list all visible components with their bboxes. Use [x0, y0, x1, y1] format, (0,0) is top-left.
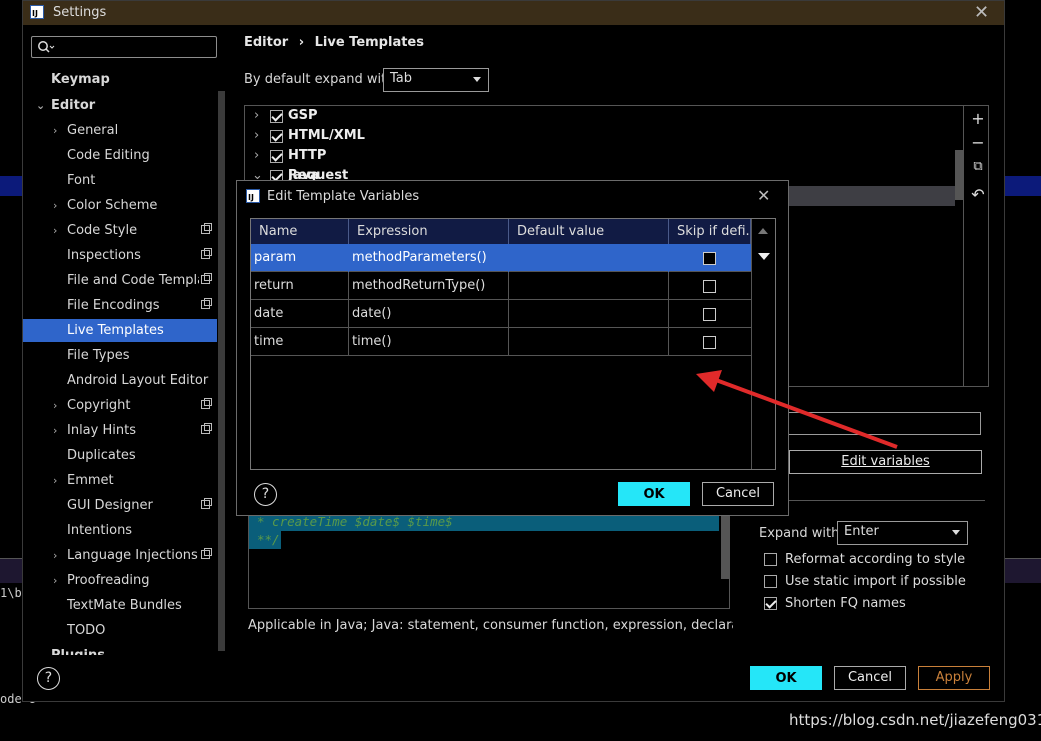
watermark: https://blog.csdn.net/jiazefeng0311 [789, 711, 1041, 729]
annotation-arrow-line [715, 378, 898, 449]
annotation-arrow [696, 370, 898, 449]
